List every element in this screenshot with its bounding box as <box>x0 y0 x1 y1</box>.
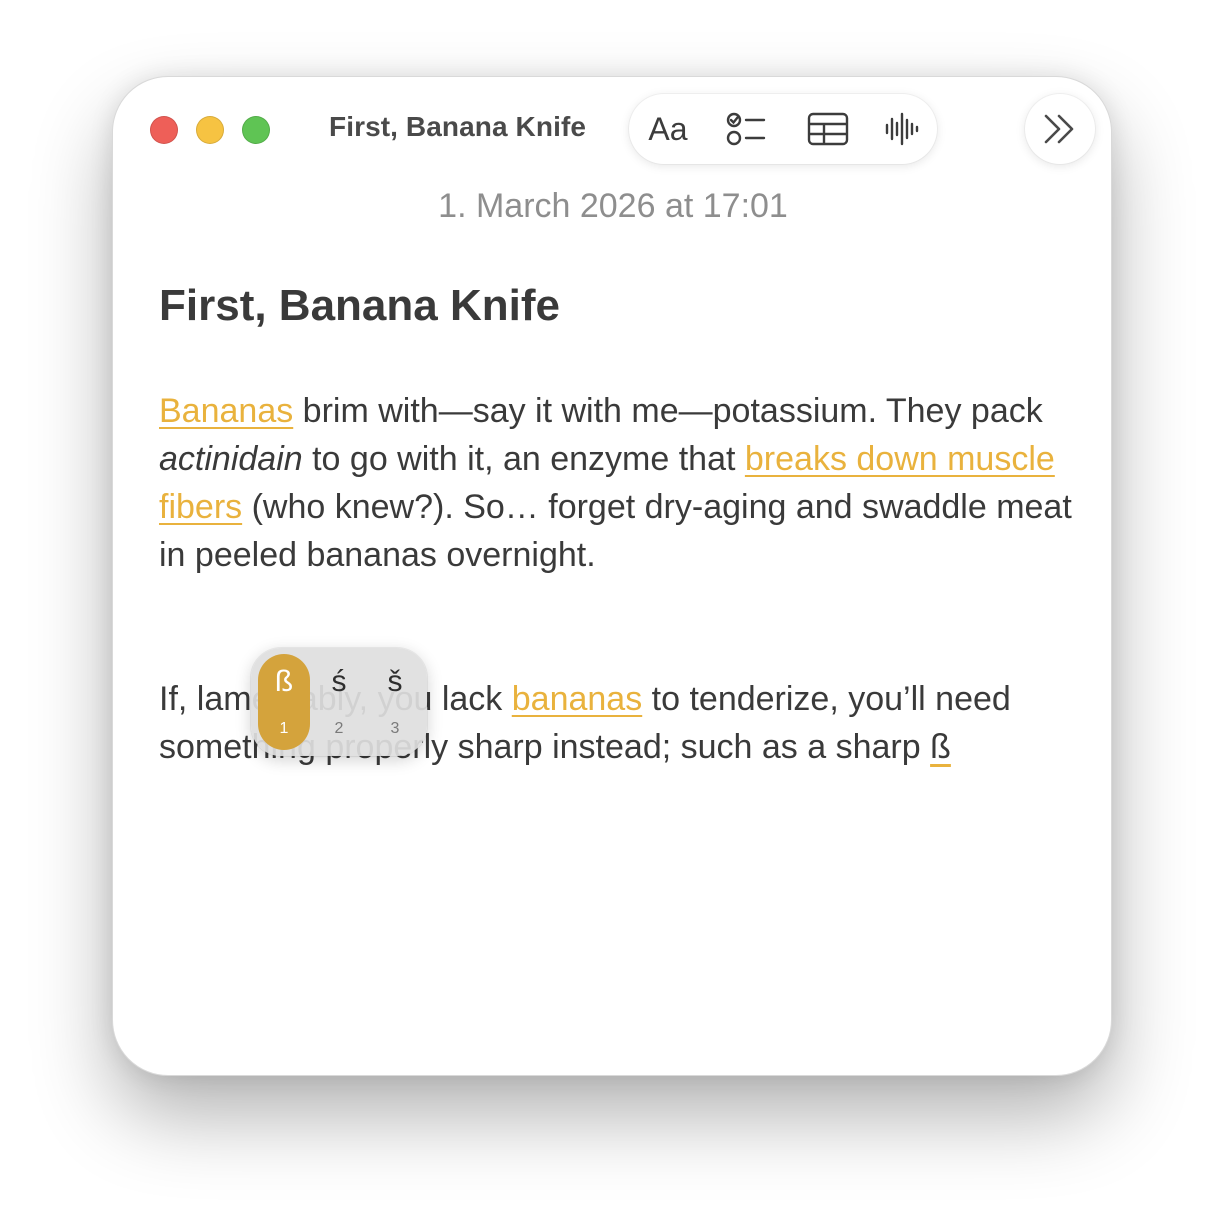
audio-recording-button[interactable] <box>875 106 929 152</box>
italic-term: actinidain <box>159 440 303 478</box>
note-date: 1. March 2026 at 17:01 <box>438 187 788 225</box>
note-heading[interactable]: First, Banana Knife <box>159 281 560 331</box>
more-tools-button[interactable] <box>1025 94 1095 164</box>
text-format-label: Aa <box>648 110 688 147</box>
accent-picker-popup: ß 1 ś 2 š 3 <box>251 648 427 756</box>
link-bananas[interactable]: Bananas <box>159 392 293 430</box>
notes-window: First, Banana Knife Aa 1. March 2026 at … <box>112 76 1112 1076</box>
table-button[interactable] <box>801 106 855 152</box>
window-title: First, Banana Knife <box>329 111 587 142</box>
paragraph-text: (who knew?). So… forget dry-aging and sw… <box>159 488 1072 574</box>
waveform-icon <box>885 112 919 146</box>
accent-option-number: 1 <box>279 720 289 737</box>
checklist-button[interactable] <box>719 106 773 152</box>
accent-option-3[interactable]: š 3 <box>369 654 421 750</box>
double-chevron-right-icon <box>1044 114 1074 144</box>
accent-option-char: ß <box>274 665 294 698</box>
marked-text-input: ß <box>930 728 951 766</box>
maximize-window-button[interactable] <box>242 116 270 144</box>
accent-option-char: š <box>387 665 403 698</box>
note-paragraph-1[interactable]: Bananas brim with—say it with me—potassi… <box>159 387 1079 579</box>
accent-option-number: 3 <box>390 720 400 737</box>
minimize-window-button[interactable] <box>196 116 224 144</box>
link-bananas-2[interactable]: bananas <box>512 680 642 718</box>
paragraph-text: brim with—say it with me—potassium. They… <box>293 392 1043 430</box>
table-icon <box>807 112 849 146</box>
paragraph-text: to go with it, an enzyme that <box>302 440 745 478</box>
accent-option-2[interactable]: ś 2 <box>313 654 365 750</box>
format-toolbar: Aa <box>629 94 937 164</box>
accent-option-1[interactable]: ß 1 <box>258 654 310 750</box>
checklist-icon <box>726 112 766 146</box>
accent-option-char: ś <box>331 665 347 698</box>
accent-option-number: 2 <box>334 720 344 737</box>
close-window-button[interactable] <box>150 116 178 144</box>
text-format-button[interactable]: Aa <box>641 106 695 152</box>
